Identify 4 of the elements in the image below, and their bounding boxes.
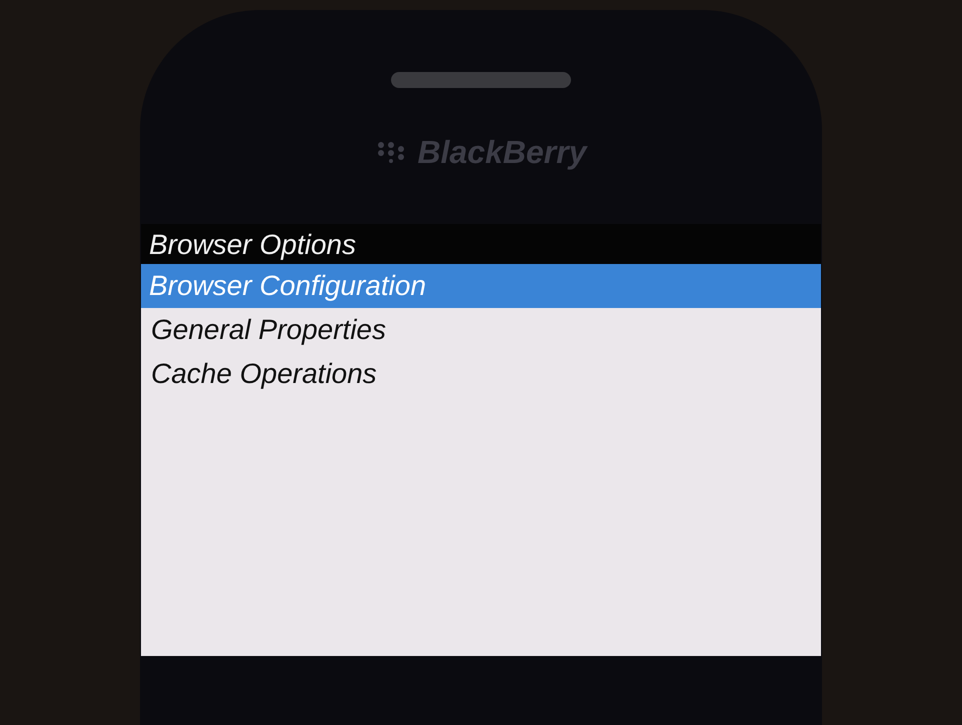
list-item[interactable]: Browser Configuration <box>141 264 821 308</box>
screen-title: Browser Options <box>148 228 357 262</box>
list-item[interactable]: Cache Operations <box>141 352 821 396</box>
list-item[interactable]: General Properties <box>141 308 821 352</box>
